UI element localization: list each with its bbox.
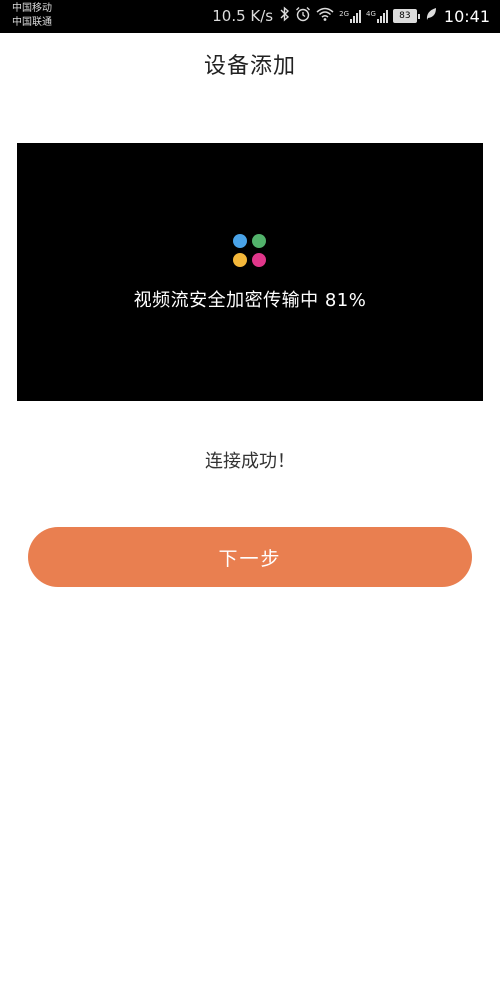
connection-success-text: 连接成功！ — [205, 451, 295, 472]
encryption-progress-text: 视频流安全加密传输中 81% — [133, 290, 367, 311]
loading-dots-icon — [233, 234, 269, 270]
loading-dot-green — [252, 234, 266, 248]
battery-level: 83 — [392, 9, 417, 23]
page-title: 设备添加 — [203, 54, 296, 79]
bluetooth-icon — [280, 6, 290, 26]
loading-dot-pink — [252, 253, 266, 267]
carrier-2-label: 中国联通 — [12, 17, 52, 28]
battery-icon: 83 — [392, 9, 420, 23]
status-indicators: 10.5 K/s 2G 4G 83 10:41 — [212, 6, 490, 26]
wifi-icon — [316, 6, 334, 26]
signal-2g-icon: 2G — [339, 9, 361, 23]
leaf-icon — [425, 7, 437, 25]
net-speed: 10.5 K/s — [212, 7, 274, 25]
alarm-icon — [295, 6, 311, 26]
loading-dot-blue — [233, 234, 247, 248]
carrier-1-label: 中国移动 — [12, 3, 52, 14]
video-preview-panel: 视频流安全加密传输中 81% — [17, 143, 483, 401]
status-bar: 中国移动 中国联通 10.5 K/s 2G 4G 83 10:41 — [0, 0, 500, 33]
loading-dot-yellow — [233, 253, 247, 267]
signal-4g-icon: 4G — [366, 9, 388, 23]
carrier-info: 中国移动 中国联通 — [12, 2, 52, 30]
clock: 10:41 — [443, 6, 490, 26]
signal-2g-label: 2G — [339, 9, 349, 18]
next-step-button[interactable]: 下一步 — [28, 527, 472, 587]
signal-4g-label: 4G — [366, 9, 376, 18]
